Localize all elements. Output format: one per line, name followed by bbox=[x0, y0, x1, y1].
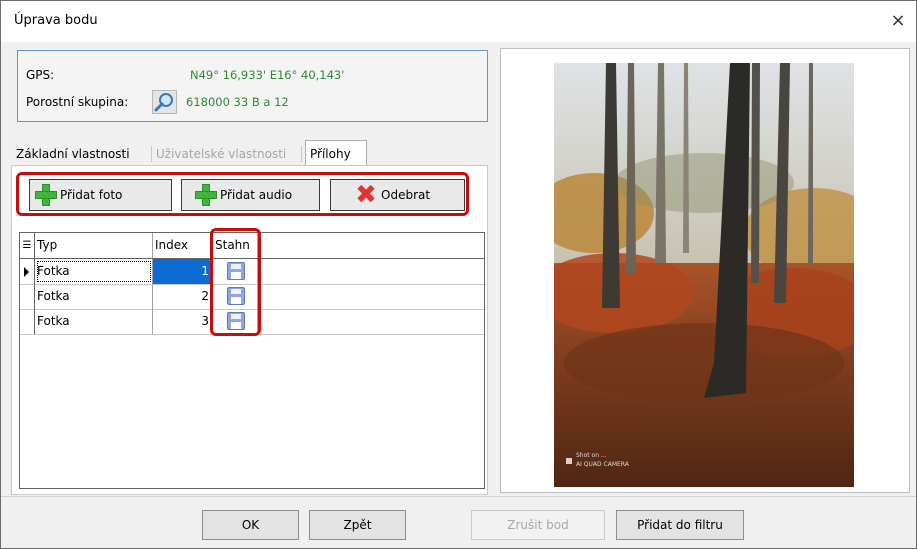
forest-photo-image: Shot on ... AI QUAD CAMERA bbox=[554, 63, 854, 487]
cell-typ[interactable]: Fotka bbox=[35, 259, 153, 284]
column-header-index[interactable]: Index bbox=[153, 233, 213, 258]
cell-index[interactable]: 1 bbox=[153, 259, 213, 284]
grid-menu-icon[interactable]: ☰ bbox=[20, 233, 35, 258]
gps-value: N49° 16,933' E16° 40,143' bbox=[190, 68, 345, 82]
current-row-arrow-icon bbox=[24, 267, 29, 277]
cell-typ[interactable]: Fotka bbox=[35, 284, 153, 309]
zrusit-bod-button[interactable]: Zrušit bod bbox=[471, 510, 605, 540]
ok-button[interactable]: OK bbox=[202, 510, 299, 540]
forest-photo: Shot on ... AI QUAD CAMERA bbox=[554, 63, 854, 487]
row-header[interactable] bbox=[20, 259, 35, 284]
magnifier-icon bbox=[154, 93, 173, 112]
photo-watermark-line2: AI QUAD CAMERA bbox=[576, 461, 630, 468]
row-header[interactable] bbox=[20, 309, 35, 334]
cell-typ[interactable]: Fotka bbox=[35, 309, 153, 334]
tab-divider bbox=[301, 146, 302, 162]
gps-info-box: GPS: N49° 16,933' E16° 40,143' Porostní … bbox=[17, 50, 488, 122]
title-bar: Úprava bodu × bbox=[1, 1, 916, 42]
tab-divider bbox=[151, 146, 152, 162]
tab-zakladni-vlastnosti[interactable]: Základní vlastnosti bbox=[16, 147, 130, 161]
porostni-skupina-label: Porostní skupina: bbox=[26, 95, 129, 109]
porostni-skupina-value: 618000 33 B a 12 bbox=[186, 95, 289, 109]
dialog-window: Úprava bodu × GPS: N49° 16,933' E16° 40,… bbox=[0, 0, 917, 549]
photo-watermark-line1: Shot on ... bbox=[576, 452, 607, 459]
row-header[interactable] bbox=[20, 284, 35, 309]
pridat-do-filtru-button[interactable]: Přidat do filtru bbox=[616, 510, 744, 540]
close-button[interactable]: × bbox=[884, 7, 912, 35]
toolbar-highlight bbox=[16, 172, 469, 216]
gps-label: GPS: bbox=[26, 68, 55, 82]
window-title: Úprava bodu bbox=[14, 13, 98, 28]
zpet-button[interactable]: Zpět bbox=[309, 510, 406, 540]
cell-index[interactable]: 3 bbox=[153, 309, 213, 334]
porostni-search-button[interactable] bbox=[152, 90, 177, 114]
column-header-typ[interactable]: Typ bbox=[35, 233, 153, 258]
stahn-column-highlight bbox=[210, 228, 261, 336]
tab-prilohy[interactable]: Přílohy bbox=[305, 140, 367, 165]
tab-uzivatelske-vlastnosti[interactable]: Uživatelské vlastnosti bbox=[156, 147, 286, 161]
cell-index[interactable]: 2 bbox=[153, 284, 213, 309]
footer-divider bbox=[1, 496, 916, 497]
